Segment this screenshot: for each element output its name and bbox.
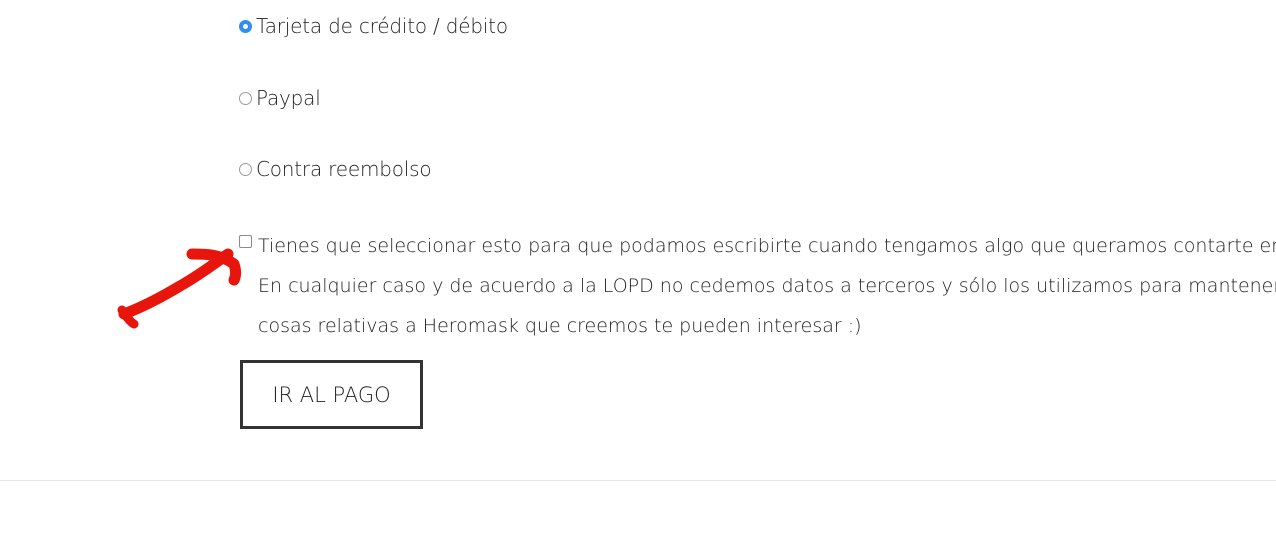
payment-option-card[interactable]: Tarjeta de crédito / débito xyxy=(239,14,508,38)
payment-option-paypal-label: Paypal xyxy=(256,86,321,110)
radio-card[interactable] xyxy=(239,19,252,33)
consent-text-line-3: cosas relativas a Heromask que creemos t… xyxy=(258,315,862,337)
payment-option-cod-label: Contra reembolso xyxy=(256,157,432,181)
newsletter-consent: Tienes que seleccionar esto para que pod… xyxy=(239,226,1276,346)
consent-text-line-1: Tienes que seleccionar esto para que pod… xyxy=(258,235,1276,257)
section-divider xyxy=(0,480,1276,481)
payment-option-card-label: Tarjeta de crédito / débito xyxy=(256,14,508,38)
radio-cash-on-delivery[interactable] xyxy=(239,162,252,176)
consent-text: Tienes que seleccionar esto para que pod… xyxy=(258,226,1276,346)
red-arrow-annotation-icon xyxy=(117,248,241,329)
radio-paypal[interactable] xyxy=(239,91,252,105)
payment-option-paypal[interactable]: Paypal xyxy=(239,86,321,110)
payment-option-cod[interactable]: Contra reembolso xyxy=(239,157,432,181)
go-to-payment-button[interactable]: IR AL PAGO xyxy=(240,360,423,429)
checkout-payment-section: Tarjeta de crédito / débito Paypal Contr… xyxy=(0,0,1276,559)
consent-text-line-2: En cualquier caso y de acuerdo a la LOPD… xyxy=(258,275,1276,297)
